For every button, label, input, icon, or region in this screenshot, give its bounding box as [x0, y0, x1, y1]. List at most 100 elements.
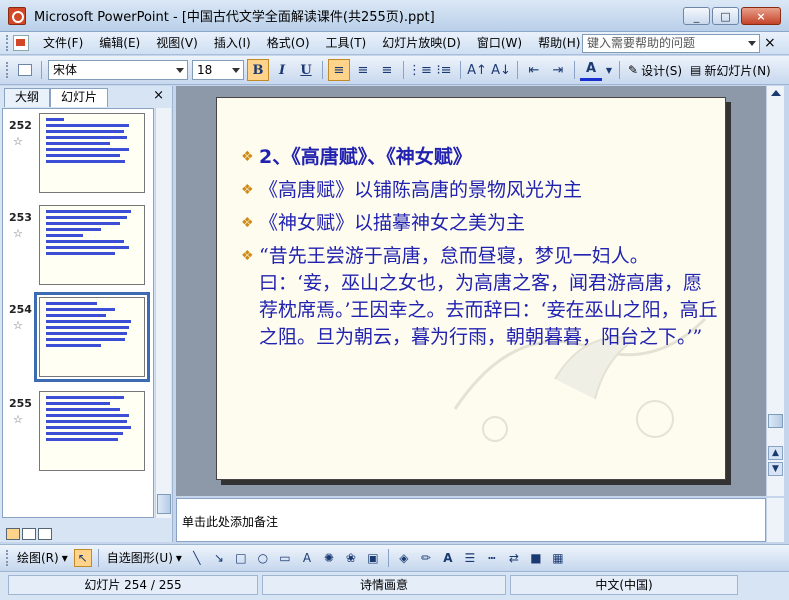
align-center-icon[interactable]: ≡ — [352, 59, 374, 81]
notes-scrollbar[interactable] — [766, 498, 784, 542]
slide-scrollbar[interactable]: ▲ ▼ — [766, 86, 784, 496]
bullet-diamond-icon: ❖ — [241, 149, 254, 165]
font-color-icon[interactable]: A — [439, 549, 457, 567]
scrollbar-thumb[interactable] — [157, 494, 171, 514]
textbox-icon[interactable]: ▭ — [276, 549, 294, 567]
autoshapes-button[interactable]: 自选图形(U) ▾ — [103, 549, 186, 566]
scroll-up-icon[interactable] — [771, 90, 781, 96]
chevron-down-icon[interactable] — [748, 41, 756, 46]
separator — [387, 548, 389, 567]
menu-tools[interactable]: 工具(T) — [318, 33, 375, 53]
font-name-value: 宋体 — [53, 63, 78, 77]
line-style-icon[interactable]: ☰ — [461, 549, 479, 567]
decrease-indent-icon[interactable]: ⇤ — [523, 59, 545, 81]
maximize-button[interactable]: □ — [712, 7, 739, 25]
underline-button[interactable]: U — [295, 59, 317, 81]
bullet-item: ❖ 《神女赋》以描摹神女之美为主 — [241, 210, 721, 237]
window-title: Microsoft PowerPoint - [中国古代文学全面解读课件(共25… — [34, 10, 435, 25]
tab-slides[interactable]: 幻灯片 — [50, 88, 109, 107]
draw-menu-button[interactable]: 绘图(R) ▾ — [13, 549, 72, 566]
menu-file[interactable]: 文件(F) — [35, 33, 91, 53]
slide-number: 252 — [9, 119, 32, 132]
slide-counter: 幻灯片 254 / 255 — [8, 575, 258, 595]
scrollbar-thumb[interactable] — [768, 414, 783, 428]
diagram-icon[interactable]: ✺ — [320, 549, 338, 567]
star-icon: ☆ — [13, 319, 23, 332]
menu-format[interactable]: 格式(O) — [259, 33, 318, 53]
toolbar-grip[interactable] — [6, 62, 9, 78]
separator — [403, 61, 404, 79]
arrow-style-icon[interactable]: ⇄ — [505, 549, 523, 567]
slide-preview[interactable] — [39, 205, 145, 285]
slide-preview[interactable] — [39, 113, 145, 193]
clipart-icon[interactable]: ❀ — [342, 549, 360, 567]
document-icon[interactable] — [13, 35, 29, 51]
oval-icon[interactable]: ○ — [254, 549, 272, 567]
line-icon[interactable]: ╲ — [188, 549, 206, 567]
shadow-icon[interactable]: ■ — [527, 549, 545, 567]
numbered-list-icon[interactable]: ⋮≡ — [408, 59, 432, 81]
new-slide-button-label: 新幻灯片(N) — [704, 63, 771, 78]
wordart-icon[interactable]: A — [298, 549, 316, 567]
chevron-down-icon: ▾ — [175, 550, 182, 565]
menu-insert[interactable]: 插入(I) — [206, 33, 259, 53]
font-name-select[interactable]: 宋体 — [48, 60, 188, 80]
bullet-text: 2、《高唐赋》、《神女赋》 — [259, 146, 472, 168]
menu-edit[interactable]: 编辑(E) — [91, 33, 148, 53]
slide-body-text[interactable]: ❖ 2、《高唐赋》、《神女赋》 ❖ 《高唐赋》以铺陈高唐的景物风光为主 ❖ 《神… — [241, 144, 721, 357]
increase-indent-icon[interactable]: ⇥ — [547, 59, 569, 81]
menu-view[interactable]: 视图(V) — [148, 33, 206, 53]
design-button[interactable]: ✎ 设计(S) — [624, 62, 686, 79]
bullet-list-icon[interactable]: ⁝≡ — [433, 59, 455, 81]
chevron-down-icon[interactable]: ▼ — [604, 59, 614, 81]
dash-style-icon[interactable]: ┅ — [483, 549, 501, 567]
normal-view-icon[interactable] — [6, 528, 20, 540]
decrease-font-icon[interactable]: A↓ — [490, 59, 512, 81]
help-search-input[interactable]: 键入需要帮助的问题 — [582, 34, 760, 53]
bullet-diamond-icon: ❖ — [241, 248, 254, 264]
chevron-down-icon[interactable] — [232, 68, 240, 73]
new-document-icon[interactable] — [14, 59, 36, 81]
thumbnail-scrollbar[interactable] — [155, 108, 171, 518]
font-color-icon[interactable]: A — [580, 59, 602, 81]
minimize-button[interactable]: _ — [683, 7, 710, 25]
increase-font-icon[interactable]: A↑ — [466, 59, 488, 81]
font-size-select[interactable]: 18 — [192, 60, 244, 80]
current-slide[interactable]: ❖ 2、《高唐赋》、《神女赋》 ❖ 《高唐赋》以铺陈高唐的景物风光为主 ❖ 《神… — [216, 97, 726, 480]
menu-slideshow[interactable]: 幻灯片放映(D) — [374, 33, 469, 53]
select-pointer-icon[interactable]: ↖ — [73, 548, 92, 567]
new-slide-button[interactable]: ▤ 新幻灯片(N) — [686, 62, 775, 79]
3d-style-icon[interactable]: ▦ — [549, 549, 567, 567]
menu-window[interactable]: 窗口(W) — [469, 33, 530, 53]
close-document-button[interactable]: × — [764, 35, 776, 51]
status-bar: 幻灯片 254 / 255 诗情画意 中文(中国) — [0, 571, 789, 600]
tab-outline[interactable]: 大纲 — [4, 88, 51, 107]
line-color-icon[interactable]: ✏ — [417, 549, 435, 567]
menu-help[interactable]: 帮助(H) — [530, 33, 588, 53]
italic-button[interactable]: I — [271, 59, 293, 81]
toolbar-grip[interactable] — [6, 35, 9, 51]
next-slide-button[interactable]: ▼ — [768, 462, 783, 476]
align-right-icon[interactable]: ≡ — [376, 59, 398, 81]
close-window-button[interactable]: × — [741, 7, 781, 25]
design-button-label: 设计(S) — [641, 63, 683, 78]
rectangle-icon[interactable]: □ — [232, 549, 250, 567]
star-icon: ☆ — [13, 413, 23, 426]
chevron-down-icon[interactable] — [176, 68, 184, 73]
separator — [41, 61, 42, 79]
toolbar-grip[interactable] — [6, 549, 9, 566]
slide-preview[interactable] — [34, 292, 150, 382]
picture-icon[interactable]: ▣ — [364, 549, 382, 567]
slideshow-view-icon[interactable] — [38, 528, 52, 540]
notes-pane[interactable]: 单击此处添加备注 — [176, 498, 766, 542]
close-pane-button[interactable]: × — [153, 88, 164, 103]
align-left-icon[interactable]: ≡ — [328, 59, 350, 81]
star-icon: ☆ — [13, 135, 23, 148]
previous-slide-button[interactable]: ▲ — [768, 446, 783, 460]
bold-button[interactable]: B — [247, 59, 269, 81]
powerpoint-app-icon[interactable] — [8, 6, 26, 25]
arrow-icon[interactable]: ↘ — [210, 549, 228, 567]
fill-color-icon[interactable]: ◈ — [395, 549, 413, 567]
slide-preview[interactable] — [39, 391, 145, 471]
slide-sorter-view-icon[interactable] — [22, 528, 36, 540]
